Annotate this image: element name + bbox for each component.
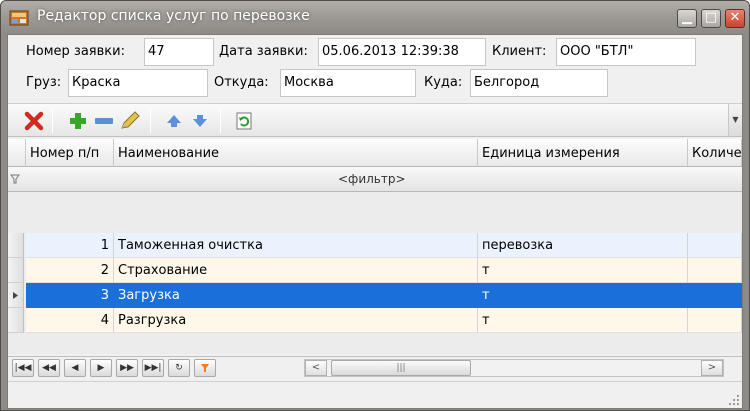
column-header-unit[interactable]: Единица измерения <box>478 139 688 167</box>
client-area: Номер заявки: 47 Дата заявки: 05.06.2013… <box>7 34 743 409</box>
current-row-icon <box>13 292 18 299</box>
cell-number: 3 <box>26 283 114 308</box>
minimize-icon: ▁ <box>682 10 692 25</box>
previous-page-icon: ◀◀ <box>42 363 56 373</box>
to-label: Куда: <box>424 75 463 90</box>
grip-icon: ||| <box>396 363 406 373</box>
cell-unit: т <box>478 308 688 333</box>
filter-placeholder: <фильтр> <box>338 172 406 186</box>
to-field[interactable]: Белгород <box>470 69 608 97</box>
cell-quantity <box>688 283 742 308</box>
next-record-button[interactable]: ▶ <box>90 359 112 377</box>
previous-record-icon: ◀ <box>71 363 79 373</box>
filter-icon <box>201 364 209 372</box>
refresh-icon[interactable] <box>232 110 256 132</box>
cargo-field[interactable]: Краска <box>68 69 208 97</box>
horizontal-scrollbar[interactable]: < ||| > <box>304 359 724 377</box>
status-bar <box>8 381 742 408</box>
edit-icon[interactable] <box>118 110 142 132</box>
first-page-icon: |◀◀ <box>14 363 32 373</box>
order-date-label: Дата заявки: <box>219 44 308 59</box>
add-icon[interactable] <box>66 110 90 132</box>
cell-unit: т <box>478 258 688 283</box>
previous-page-button[interactable]: ◀◀ <box>38 359 60 377</box>
refresh-data-button[interactable]: ↻ <box>168 359 190 377</box>
row-indicator <box>8 308 24 333</box>
next-page-icon: ▶▶ <box>120 363 134 373</box>
close-button[interactable]: ✕ <box>725 9 745 28</box>
client-label: Клиент: <box>492 44 547 59</box>
window-title: Редактор списка услуг по перевозке <box>37 8 310 24</box>
filter-row[interactable]: <фильтр> <box>8 167 742 192</box>
scroll-left-button[interactable]: < <box>305 360 327 376</box>
order-info-panel: Номер заявки: 47 Дата заявки: 05.06.2013… <box>8 35 742 101</box>
scroll-thumb[interactable]: ||| <box>331 360 471 376</box>
minimize-button[interactable]: ▁ <box>677 9 697 28</box>
row-indicator <box>8 283 24 308</box>
toolbar-separator <box>150 109 151 133</box>
first-page-button[interactable]: |◀◀ <box>12 359 34 377</box>
cell-quantity <box>688 233 742 258</box>
order-number-field[interactable]: 47 <box>144 38 214 66</box>
cell-name: Таможенная очистка <box>114 233 478 258</box>
toolbar: ▼ <box>8 103 742 137</box>
row-indicator <box>8 258 24 283</box>
order-number-label: Номер заявки: <box>26 44 125 59</box>
table-row[interactable]: 4 Разгрузка т <box>8 308 742 333</box>
cargo-label: Груз: <box>26 75 62 90</box>
next-page-button[interactable]: ▶▶ <box>116 359 138 377</box>
previous-record-button[interactable]: ◀ <box>64 359 86 377</box>
filter-button[interactable] <box>194 359 216 377</box>
row-indicator <box>8 233 24 258</box>
toolbar-overflow-button[interactable]: ▼ <box>728 104 742 136</box>
scroll-right-button[interactable]: > <box>701 360 723 376</box>
client-field[interactable]: ООО "БТЛ" <box>556 38 696 66</box>
maximize-icon: □ <box>704 10 718 25</box>
from-field[interactable]: Москва <box>280 69 416 97</box>
chevron-right-icon: > <box>707 362 717 373</box>
cell-number: 2 <box>26 258 114 283</box>
remove-icon[interactable] <box>92 110 116 132</box>
table-row[interactable]: 1 Таможенная очистка перевозка <box>8 233 742 258</box>
cell-quantity <box>688 308 742 333</box>
cell-number: 1 <box>26 233 114 258</box>
from-label: Откуда: <box>214 75 269 90</box>
column-header-quantity[interactable]: Количе <box>688 139 742 167</box>
cell-name: Страхование <box>114 258 478 283</box>
title-bar[interactable]: Редактор списка услуг по перевозке ▁ □ ✕ <box>1 1 749 33</box>
chevron-left-icon: < <box>311 362 321 373</box>
cell-unit: т <box>478 283 688 308</box>
window: Редактор списка услуг по перевозке ▁ □ ✕… <box>0 0 750 411</box>
move-up-icon[interactable] <box>162 110 186 132</box>
refresh-data-icon: ↻ <box>175 363 183 373</box>
cell-quantity <box>688 258 742 283</box>
cell-unit: перевозка <box>478 233 688 258</box>
last-page-button[interactable]: ▶▶| <box>142 359 164 377</box>
maximize-button[interactable]: □ <box>701 9 721 28</box>
toolbar-separator <box>220 109 221 133</box>
close-icon: ✕ <box>729 10 741 25</box>
column-header-name[interactable]: Наименование <box>114 139 478 167</box>
table-row-selected[interactable]: 3 Загрузка т <box>8 283 742 308</box>
move-down-icon[interactable] <box>188 110 212 132</box>
next-record-icon: ▶ <box>97 363 105 373</box>
table-row[interactable]: 2 Страхование т <box>8 258 742 283</box>
services-grid: Номер п/п Наименование Единица измерения… <box>8 139 742 354</box>
column-header-number[interactable]: Номер п/п <box>26 139 114 167</box>
cell-name: Разгрузка <box>114 308 478 333</box>
order-date-field[interactable]: 05.06.2013 12:39:38 <box>318 38 486 66</box>
grid-corner <box>8 139 26 167</box>
navigator-bar: |◀◀ ◀◀ ◀ ▶ ▶▶ ▶▶| ↻ < ||| > <box>8 356 742 378</box>
filter-icon <box>10 174 20 184</box>
last-page-icon: ▶▶| <box>144 363 162 373</box>
app-icon <box>9 10 29 26</box>
cell-number: 4 <box>26 308 114 333</box>
cell-name: Загрузка <box>114 283 478 308</box>
resize-grip-icon[interactable] <box>728 394 740 406</box>
delete-icon[interactable] <box>22 110 46 132</box>
toolbar-separator <box>52 109 53 133</box>
